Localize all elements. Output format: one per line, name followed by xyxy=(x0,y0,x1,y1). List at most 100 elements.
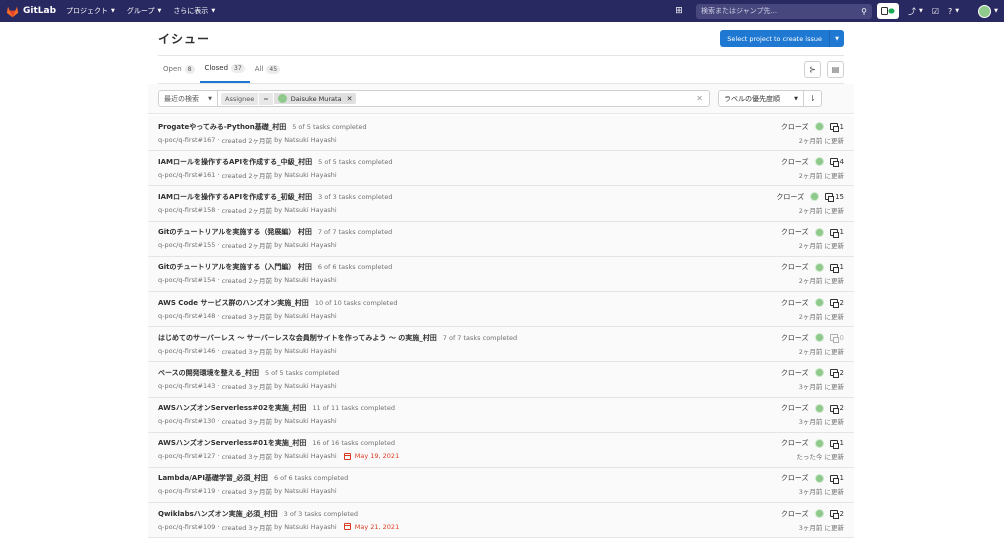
assignee-avatar[interactable] xyxy=(814,298,824,308)
assignee-avatar[interactable] xyxy=(814,122,824,132)
issue-title-link[interactable]: Lambda/API基礎学習_必須_村田 xyxy=(158,473,268,483)
issue-author-link[interactable]: Natsuki Hayashi xyxy=(284,347,337,355)
issue-row[interactable]: Gitのチュートリアルを実施する（発展編） 村田 7 of 7 tasks co… xyxy=(148,221,854,257)
issue-side: クローズ 2 3ヶ月前 に更新 xyxy=(781,403,844,426)
issue-row[interactable]: Qwiklabsハンズオン実施_必須_村田 3 of 3 tasks compl… xyxy=(148,503,854,539)
tab-all-count: 45 xyxy=(266,64,281,74)
issue-comments-link[interactable]: 2 xyxy=(829,299,844,309)
issue-comments-link[interactable]: 2 xyxy=(829,510,844,520)
issue-comments-link[interactable]: 15 xyxy=(825,193,844,203)
issue-title-link[interactable]: Qwiklabsハンズオン実施_必須_村田 xyxy=(158,509,278,519)
issue-comments-link[interactable]: 1 xyxy=(829,439,844,449)
nav-projects-menu[interactable]: プロジェクト ▼ xyxy=(66,6,115,16)
recent-searches-dropdown[interactable]: 最近の検索 ▼ xyxy=(158,90,218,107)
issue-title-link[interactable]: ベースの開発環境を整える_村田 xyxy=(158,368,259,378)
filter-token-name[interactable]: Assignee xyxy=(221,92,259,105)
issue-comments-link[interactable]: 2 xyxy=(829,404,844,414)
filter-token-value[interactable]: Daisuke Murata ✕ xyxy=(273,93,357,104)
tab-all[interactable]: All 45 xyxy=(250,55,285,83)
merge-requests-button[interactable]: ⤴ ▼ xyxy=(908,6,923,17)
issue-list: Progateやってみる-Python基礎_村田 5 of 5 tasks co… xyxy=(148,116,854,539)
issue-task-status: 3 of 3 tasks completed xyxy=(318,192,393,201)
issue-row[interactable]: IAMロールを操作するAPIを作成する_初級_村田 3 of 3 tasks c… xyxy=(148,186,854,222)
assignee-avatar[interactable] xyxy=(814,368,824,378)
select-project-dropdown-toggle[interactable]: ▼ xyxy=(830,30,844,47)
tab-closed[interactable]: Closed 37 xyxy=(199,55,250,83)
user-menu[interactable]: ▼ xyxy=(968,4,998,18)
todos-button[interactable]: ☑ xyxy=(932,7,939,16)
issue-author-link[interactable]: Natsuki Hayashi xyxy=(284,136,337,144)
issue-comments-link[interactable]: 2 xyxy=(829,369,844,379)
issue-title-link[interactable]: AWSハンズオンServerless#01を実施_村田 xyxy=(158,438,306,448)
issue-title-link[interactable]: Progateやってみる-Python基礎_村田 xyxy=(158,122,286,132)
assignee-avatar[interactable] xyxy=(814,333,824,343)
nav-groups-menu[interactable]: グループ ▼ xyxy=(127,6,161,16)
assignee-avatar[interactable] xyxy=(814,262,824,272)
assignee-avatar[interactable] xyxy=(814,473,824,483)
logo-text: GitLab xyxy=(23,6,57,16)
issue-status: クローズ xyxy=(780,509,809,518)
gitlab-logo[interactable]: GitLab xyxy=(6,5,60,18)
issue-comments-link[interactable]: 1 xyxy=(829,263,844,273)
help-button[interactable]: ? ▼ xyxy=(948,7,959,16)
rss-button[interactable]: ⊱ xyxy=(804,61,821,78)
issue-comments-link[interactable]: 4 xyxy=(829,158,844,168)
filter-token-operator[interactable]: = xyxy=(259,92,273,105)
tab-open[interactable]: Open 8 xyxy=(158,55,200,83)
issue-row[interactable]: AWSハンズオンServerless#02を実施_村田 11 of 11 tas… xyxy=(148,397,854,433)
sort-dropdown[interactable]: ラベルの優先度順 ▼ xyxy=(718,90,804,107)
issue-meta: q-poc/q-first#155 · created 2ヶ月前 by Nats… xyxy=(158,241,337,251)
issue-title-line: はじめてのサーバーレス ～ サーバーレスな会員制サイトを作ってみよう ～ の実施… xyxy=(158,333,517,343)
issue-comments-link[interactable]: 1 xyxy=(829,123,844,133)
calendar-button[interactable]: ▤ xyxy=(827,61,844,78)
issue-title-link[interactable]: はじめてのサーバーレス ～ サーバーレスな会員制サイトを作ってみよう ～ の実施… xyxy=(158,333,437,343)
remove-token-icon[interactable]: ✕ xyxy=(347,95,353,103)
issue-row[interactable]: ベースの開発環境を整える_村田 5 of 5 tasks completed q… xyxy=(148,362,854,398)
issue-author-link[interactable]: Natsuki Hayashi xyxy=(284,487,337,495)
assignee-avatar[interactable] xyxy=(814,509,824,519)
sort-direction-button[interactable]: ⇂ xyxy=(804,90,822,107)
issue-author-link[interactable]: Natsuki Hayashi xyxy=(284,523,337,531)
new-item-button[interactable]: ⊞ xyxy=(670,4,688,18)
nav-more-menu[interactable]: さらに表示 ▼ xyxy=(173,6,215,16)
issue-comments-link[interactable]: 1 xyxy=(829,228,844,238)
issue-row[interactable]: Lambda/API基礎学習_必須_村田 6 of 6 tasks comple… xyxy=(148,467,854,504)
clear-search-icon[interactable]: ✕ xyxy=(696,94,703,103)
issue-author-link[interactable]: Natsuki Hayashi xyxy=(284,417,337,425)
issue-row[interactable]: IAMロールを操作するAPIを作成する_中級_村田 5 of 5 tasks c… xyxy=(148,151,854,187)
issue-title-link[interactable]: IAMロールを操作するAPIを作成する_中級_村田 xyxy=(158,157,312,167)
issue-author-link[interactable]: Natsuki Hayashi xyxy=(284,452,337,460)
issue-author-link[interactable]: Natsuki Hayashi xyxy=(284,382,337,390)
tab-open-count: 8 xyxy=(184,64,195,74)
issue-title-link[interactable]: AWS Code サービス群のハンズオン実施_村田 xyxy=(158,298,309,308)
issue-author-link[interactable]: Natsuki Hayashi xyxy=(284,206,337,214)
search-input[interactable] xyxy=(701,7,851,15)
select-project-button[interactable]: Select project to create issue xyxy=(720,30,830,47)
assignee-avatar[interactable] xyxy=(814,403,824,413)
issue-author-link[interactable]: Natsuki Hayashi xyxy=(284,312,337,320)
assignee-avatar[interactable] xyxy=(814,157,824,167)
assignee-avatar[interactable] xyxy=(810,192,820,202)
filtered-search-input[interactable]: Assignee = Daisuke Murata ✕ ✕ xyxy=(218,90,710,107)
issue-title-link[interactable]: Gitのチュートリアルを実施する（入門編） 村田 xyxy=(158,262,312,272)
issue-title-link[interactable]: IAMロールを操作するAPIを作成する_初級_村田 xyxy=(158,192,312,202)
assignee-avatar[interactable] xyxy=(814,227,824,237)
issue-row[interactable]: はじめてのサーバーレス ～ サーバーレスな会員制サイトを作ってみよう ～ の実施… xyxy=(148,327,854,363)
issue-reference: q-poc/q-first#146 xyxy=(158,346,216,355)
search-box[interactable]: ⚲ xyxy=(696,3,872,19)
issue-row[interactable]: AWSハンズオンServerless#01を実施_村田 16 of 16 tas… xyxy=(148,432,854,468)
issue-meta: q-poc/q-first#109 · created 3ヶ月前 by Nats… xyxy=(158,522,400,532)
issue-comment-count: 0 xyxy=(839,333,844,342)
issue-author-link[interactable]: Natsuki Hayashi xyxy=(284,171,337,179)
issue-comments-link[interactable]: 0 xyxy=(829,333,844,344)
assignee-avatar[interactable] xyxy=(814,438,824,448)
issue-author-link[interactable]: Natsuki Hayashi xyxy=(284,276,337,284)
issue-author-link[interactable]: Natsuki Hayashi xyxy=(284,241,337,249)
issue-title-link[interactable]: AWSハンズオンServerless#02を実施_村田 xyxy=(158,403,306,413)
issue-row[interactable]: AWS Code サービス群のハンズオン実施_村田 10 of 10 tasks… xyxy=(148,291,854,328)
issue-comments-link[interactable]: 1 xyxy=(829,474,844,484)
issue-row[interactable]: Gitのチュートリアルを実施する（入門編） 村田 6 of 6 tasks co… xyxy=(148,256,854,292)
issue-row[interactable]: Progateやってみる-Python基礎_村田 5 of 5 tasks co… xyxy=(148,116,854,152)
issue-title-link[interactable]: Gitのチュートリアルを実施する（発展編） 村田 xyxy=(158,227,312,237)
issues-shortcut-button[interactable] xyxy=(877,3,899,19)
